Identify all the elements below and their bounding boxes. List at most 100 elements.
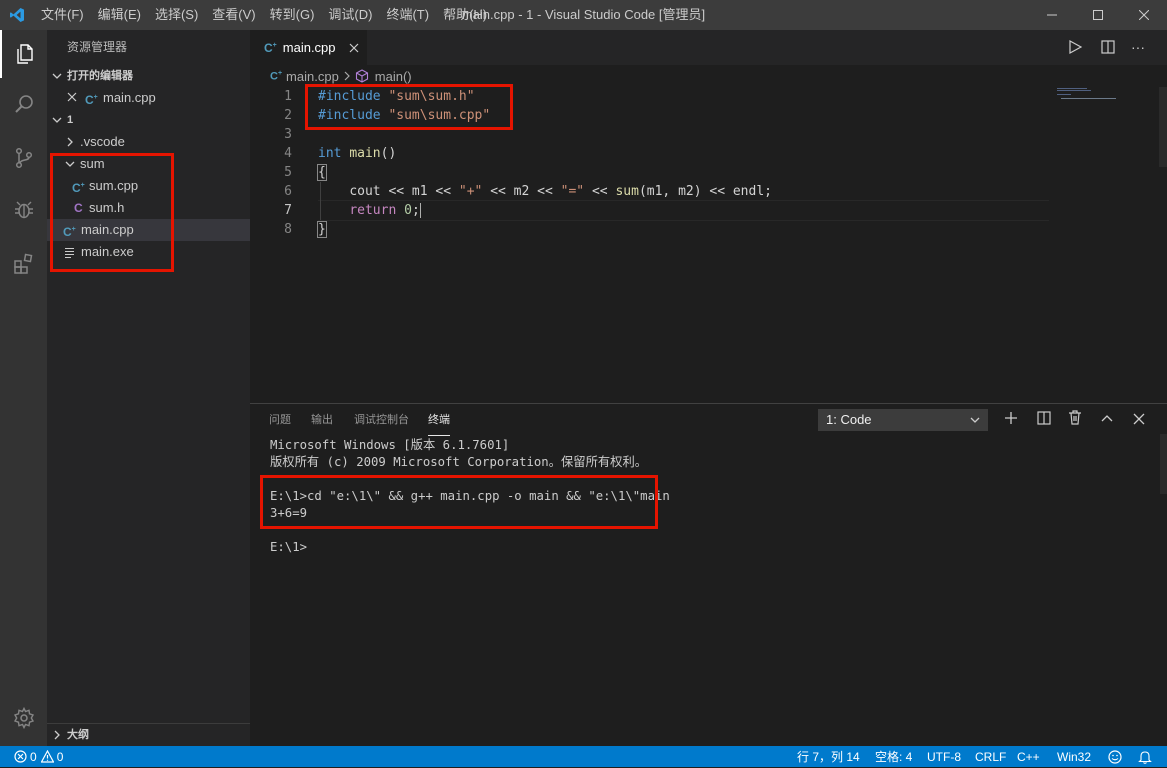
menu-help[interactable]: 帮助(H) <box>436 0 494 30</box>
code-token: << m2 << <box>482 184 561 199</box>
open-editor-label: main.cpp <box>103 90 156 105</box>
split-terminal-icon[interactable] <box>1037 411 1051 430</box>
tree-item-main-exe[interactable]: main.exe <box>47 241 250 263</box>
line-number: 8 <box>284 222 292 237</box>
warning-icon <box>40 750 54 763</box>
close-panel-icon[interactable] <box>1133 412 1145 430</box>
indentation[interactable]: 空格: 4 <box>875 746 912 768</box>
tab-main-cpp[interactable]: C+ main.cpp <box>250 30 367 65</box>
maximize-panel-icon[interactable] <box>1100 411 1114 430</box>
debug-icon[interactable] <box>0 186 47 234</box>
close-window-button[interactable] <box>1121 0 1167 30</box>
line-number: 4 <box>284 146 292 161</box>
breadcrumb-file[interactable]: main.cpp <box>286 69 339 84</box>
menu-edit[interactable]: 编辑(E) <box>91 0 148 30</box>
menu-selection[interactable]: 选择(S) <box>148 0 205 30</box>
tab-label: main.cpp <box>282 40 336 55</box>
minimap[interactable] <box>1057 87 1157 101</box>
tree-item-sum-h[interactable]: C sum.h <box>47 197 250 219</box>
code-token: #include <box>318 89 381 104</box>
terminal-select-value: 1: Code <box>826 412 872 427</box>
terminal-line: E:\1>cd "e:\1\" && g++ main.cpp -o main … <box>270 489 670 503</box>
notifications-bell-icon[interactable] <box>1138 750 1152 764</box>
code-token: return <box>349 203 397 218</box>
tree-item-sum-folder[interactable]: sum <box>47 153 250 175</box>
explorer-icon[interactable] <box>0 30 47 78</box>
error-count: 0 <box>30 749 37 764</box>
tree-item-label: main.cpp <box>81 222 134 237</box>
code-line-6: cout << m1 << "+" << m2 << "=" << sum(m1… <box>318 182 772 201</box>
panel-tab-output[interactable]: 输出 <box>311 412 333 436</box>
tree-item-label: main.exe <box>81 244 134 259</box>
code-line-8: } <box>317 220 327 239</box>
menu-view[interactable]: 查看(V) <box>205 0 262 30</box>
settings-gear-icon[interactable] <box>0 694 47 742</box>
editor-tab-bar: C+ main.cpp ··· <box>250 30 1167 65</box>
editor-scrollbar[interactable] <box>1159 87 1167 167</box>
folder-section[interactable]: 1 <box>47 109 250 131</box>
cpp-file-icon: C+ <box>264 40 277 55</box>
code-token: int <box>318 146 342 161</box>
code-token: cout << m1 << <box>349 184 459 199</box>
tree-item-main-cpp[interactable]: C+ main.cpp <box>47 219 250 241</box>
code-token: () <box>380 146 397 161</box>
menu-file[interactable]: 文件(F) <box>34 0 91 30</box>
menu-terminal[interactable]: 终端(T) <box>379 0 436 30</box>
outline-section[interactable]: 大纲 <box>47 723 250 745</box>
tree-item-vscode[interactable]: .vscode <box>47 131 250 153</box>
cursor-position[interactable]: 行 7，列 14 <box>797 746 860 768</box>
add-terminal-icon[interactable] <box>1004 411 1018 430</box>
open-editor-item[interactable]: C+ main.cpp <box>47 87 250 109</box>
terminal-line: 版权所有 (c) 2009 Microsoft Corporation。保留所有… <box>270 455 648 469</box>
minimize-button[interactable] <box>1029 0 1075 30</box>
split-editor-icon[interactable] <box>1101 40 1115 59</box>
terminal-line: Microsoft Windows [版本 6.1.7601] <box>270 438 510 452</box>
line-ending[interactable]: CRLF <box>975 746 1006 768</box>
code-line-2: #include "sum\sum.cpp" <box>318 106 490 125</box>
search-icon[interactable] <box>0 80 47 128</box>
panel-tab-problems[interactable]: 问题 <box>269 412 291 436</box>
terminal-scrollbar[interactable] <box>1160 434 1167 494</box>
line-number: 2 <box>284 108 292 123</box>
warning-count: 0 <box>56 749 64 764</box>
line-number: 1 <box>284 89 292 104</box>
menu-go[interactable]: 转到(G) <box>263 0 322 30</box>
code-token: "sum\sum.h" <box>388 89 475 104</box>
close-icon[interactable] <box>349 43 359 53</box>
tree-item-label: sum.h <box>89 200 125 215</box>
problems-status[interactable]: 0 0 <box>14 746 63 767</box>
tree-item-sum-cpp[interactable]: C+ sum.cpp <box>47 175 250 197</box>
chevron-right-icon <box>343 71 351 81</box>
breadcrumb-symbol[interactable]: main() <box>375 69 412 84</box>
source-control-icon[interactable] <box>0 134 47 182</box>
tree-item-label: .vscode <box>80 134 125 149</box>
menu-debug[interactable]: 调试(D) <box>321 0 379 30</box>
feedback-smiley-icon[interactable] <box>1108 750 1122 764</box>
explorer-sidebar: 资源管理器 打开的编辑器 C+ main.cpp 1 .vscode sum C… <box>47 30 250 746</box>
open-editors-section[interactable]: 打开的编辑器 <box>47 65 250 87</box>
line-number: 7 <box>284 203 292 218</box>
platform[interactable]: Win32 <box>1057 746 1091 768</box>
method-cube-icon <box>355 69 369 83</box>
more-actions-icon[interactable]: ··· <box>1131 40 1145 54</box>
code-editor[interactable]: 1 2 3 4 5 6 7 8 #include "sum\sum.h" #in… <box>250 87 1167 403</box>
terminal-select[interactable]: 1: Code <box>818 409 988 431</box>
extensions-icon[interactable] <box>0 240 47 288</box>
encoding[interactable]: UTF-8 <box>927 746 961 768</box>
language-mode[interactable]: C++ <box>1017 746 1040 768</box>
text-cursor <box>419 203 421 218</box>
trash-icon[interactable] <box>1068 410 1082 430</box>
code-line-4: int main() <box>318 144 396 163</box>
run-icon[interactable] <box>1068 39 1083 59</box>
panel-tab-terminal[interactable]: 终端 <box>428 412 450 436</box>
vscode-logo-icon <box>0 0 34 30</box>
panel-tab-debug-console[interactable]: 调试控制台 <box>354 412 409 436</box>
code-token: (m1, m2) << endl; <box>638 184 772 199</box>
code-token: << <box>584 184 616 199</box>
code-line-5: { <box>317 163 327 182</box>
file-lines-icon <box>65 241 75 270</box>
status-bar: 0 0 行 7，列 14 空格: 4 UTF-8 CRLF C++ Win32 <box>0 746 1167 767</box>
code-token: } <box>317 221 327 238</box>
line-number: 3 <box>284 127 292 142</box>
maximize-button[interactable] <box>1075 0 1121 30</box>
